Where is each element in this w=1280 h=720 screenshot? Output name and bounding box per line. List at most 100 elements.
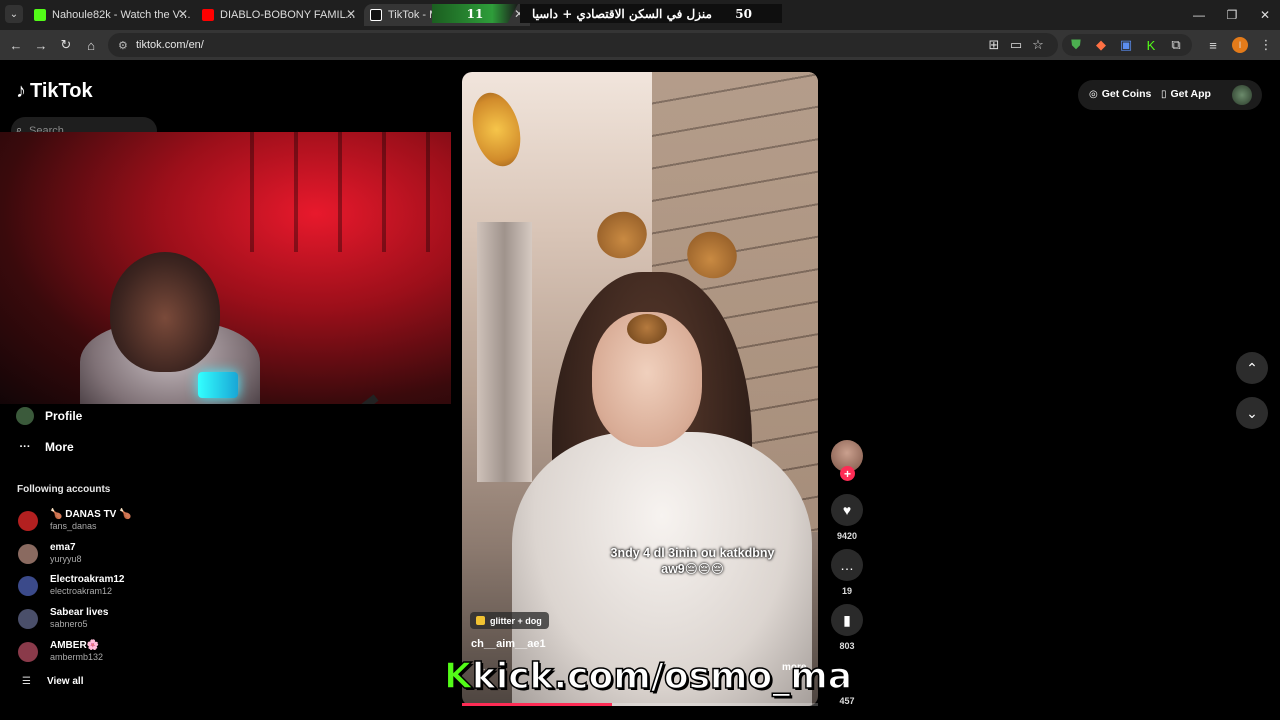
save-count: 803 — [839, 641, 855, 651]
save-button[interactable]: ▮ — [831, 604, 863, 636]
install-app-icon[interactable]: ▭ — [1008, 37, 1024, 53]
following-account[interactable]: 🍗 DANAS TV 🍗 fans_danas — [18, 509, 132, 532]
account-name: Sabear lives — [50, 607, 109, 618]
video-progress-fill — [462, 703, 612, 706]
home-icon[interactable]: ⌂ — [83, 37, 99, 53]
translate-extension-icon[interactable]: ▣ — [1118, 37, 1134, 53]
streamer-webcam-overlay — [0, 132, 451, 404]
media-control-icon[interactable]: ≡ — [1205, 37, 1221, 53]
kick-k-logo: K — [443, 655, 472, 698]
follow-plus-icon[interactable]: + — [840, 466, 855, 481]
account-handle: yuryyu8 — [50, 554, 82, 564]
avatar — [18, 510, 38, 531]
site-info-icon[interactable]: ⚙ — [118, 39, 128, 52]
following-account[interactable]: ema7 yuryyu8 — [18, 542, 82, 565]
effect-label: glitter + dog — [490, 615, 542, 626]
user-avatar[interactable] — [1232, 85, 1252, 105]
tab-youtube[interactable]: DIABLO-BOBONY FAMILY official ✕ — [196, 4, 362, 26]
video-progress-bar[interactable] — [462, 703, 818, 706]
reload-icon[interactable]: ↻ — [58, 37, 74, 53]
nav-profile-label: Profile — [45, 409, 83, 423]
tab-kick-vod[interactable]: Nahoule82k - Watch the VOD on ✕ — [28, 4, 194, 26]
nav-more[interactable]: ··· More — [16, 438, 74, 456]
score-banner: منزل في السكن الاقتصادي + داسيا 50 — [520, 4, 782, 23]
kick-watermark: Kkick.com/osmo_ma — [443, 655, 853, 698]
tiktok-logo[interactable]: ♪ TikTok — [16, 80, 93, 103]
tiktok-note-icon: ♪ — [16, 80, 26, 102]
shield-extension-icon[interactable]: ⛊ — [1068, 37, 1084, 53]
effect-tag[interactable]: glitter + dog — [470, 612, 549, 629]
video-player[interactable] — [462, 72, 818, 706]
score-title: منزل في السكن الاقتصادي + داسيا — [532, 6, 712, 21]
account-name: Electroakram12 — [50, 574, 125, 585]
fox-extension-icon[interactable]: ◆ — [1093, 37, 1109, 53]
close-window-button[interactable]: ✕ — [1248, 0, 1280, 30]
get-app-button[interactable]: ▯ Get App — [1161, 88, 1211, 100]
account-handle: ambermb132 — [50, 652, 104, 662]
extensions-group: ⛊ ◆ ▣ K ⧉ — [1062, 34, 1192, 56]
bookmark-icon: ▮ — [843, 611, 851, 628]
following-account[interactable]: Sabear lives sabnero5 — [18, 607, 108, 630]
minimize-button[interactable]: — — [1182, 0, 1216, 30]
account-name: ema7 — [50, 542, 76, 553]
avatar — [18, 575, 38, 596]
score-left: 11 — [432, 4, 518, 23]
video-caption: 3ndy 4 dl 3inin ou katkdbny aw9😔😔😔 — [610, 546, 775, 576]
kick-favicon-icon — [34, 9, 46, 21]
effect-icon — [476, 616, 485, 625]
translate-icon[interactable]: ⊞ — [986, 37, 1002, 53]
like-count: 9420 — [836, 531, 858, 541]
tab-close-icon[interactable]: ✕ — [346, 7, 356, 21]
chevron-down-icon: ⌄ — [1246, 404, 1258, 421]
video-author[interactable]: ch__aim__ae1 — [471, 638, 546, 650]
get-coins-label: Get Coins — [1101, 88, 1152, 100]
browser-tab-bar: ⌄ Nahoule82k - Watch the VOD on ✕ DIABLO… — [0, 0, 1280, 30]
kick-extension-icon[interactable]: K — [1143, 37, 1159, 53]
avatar — [18, 641, 38, 662]
nav-more-label: More — [45, 440, 74, 454]
phone-icon: ▯ — [1161, 88, 1167, 100]
tiktok-brand-text: TikTok — [30, 80, 93, 102]
tab-title: Nahoule82k - Watch the VOD on — [52, 9, 194, 21]
tab-close-icon[interactable]: ✕ — [178, 7, 188, 21]
account-handle: fans_danas — [50, 521, 97, 531]
bookmark-star-icon[interactable]: ☆ — [1030, 37, 1046, 53]
avatar — [18, 543, 38, 564]
list-icon: ☰ — [22, 676, 31, 687]
forward-icon[interactable]: → — [33, 37, 49, 53]
account-handle: electroakram12 — [50, 586, 113, 596]
kick-url-text: kick.com/osmo_ma — [471, 655, 853, 698]
browser-toolbar: ← → ↻ ⌂ ⚙ tiktok.com/en/ ⊞ ▭ ☆ ⛊ ◆ ▣ K ⧉… — [0, 30, 1280, 60]
following-account[interactable]: AMBER🌸 ambermb132 — [18, 640, 103, 663]
comment-button[interactable]: … — [831, 549, 863, 581]
view-all-button[interactable]: ☰ View all — [22, 676, 83, 687]
account-handle: sabnero5 — [50, 619, 88, 629]
previous-video-button[interactable]: ⌃ — [1236, 352, 1268, 384]
score-right: 50 — [735, 6, 752, 21]
account-name: 🍗 DANAS TV 🍗 — [50, 509, 132, 520]
heart-icon: ♥ — [842, 502, 852, 518]
like-button[interactable]: ♥ — [831, 494, 863, 526]
tab-search-menu-button[interactable]: ⌄ — [5, 5, 23, 23]
nav-profile[interactable]: Profile — [16, 407, 82, 425]
view-all-label: View all — [46, 676, 84, 687]
following-account[interactable]: Electroakram12 electroakram12 — [18, 574, 125, 597]
coin-icon: ◎ — [1089, 88, 1098, 100]
following-accounts-heading: Following accounts — [17, 484, 111, 495]
next-video-button[interactable]: ⌄ — [1236, 397, 1268, 429]
address-bar[interactable]: ⚙ tiktok.com/en/ — [108, 33, 1058, 57]
youtube-favicon-icon — [202, 9, 214, 21]
account-name: AMBER🌸 — [50, 640, 100, 651]
chevron-up-icon: ⌃ — [1246, 359, 1258, 376]
get-app-label: Get App — [1170, 88, 1211, 100]
comment-count: 19 — [841, 586, 852, 596]
tiktok-favicon-icon — [370, 9, 382, 21]
extensions-puzzle-icon[interactable]: ⧉ — [1168, 37, 1184, 53]
share-count: 457 — [839, 696, 855, 706]
restore-button[interactable]: ❐ — [1215, 0, 1249, 30]
profile-avatar-icon[interactable]: I — [1232, 37, 1248, 53]
get-coins-button[interactable]: ◎ Get Coins — [1089, 88, 1151, 100]
comment-icon: … — [840, 557, 854, 573]
back-icon[interactable]: ← — [8, 37, 24, 53]
browser-menu-icon[interactable]: ⋮ — [1258, 37, 1274, 53]
